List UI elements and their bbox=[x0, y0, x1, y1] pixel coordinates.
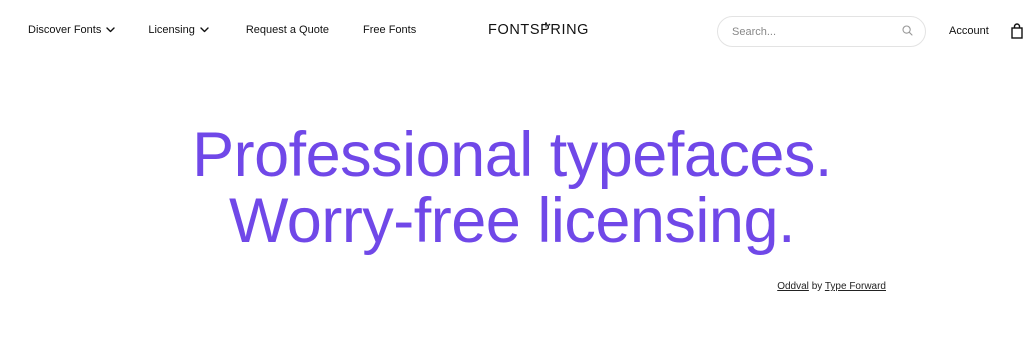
hero-headline-line-2: Worry-free licensing. bbox=[228, 186, 796, 256]
nav-discover-fonts-label: Discover Fonts bbox=[28, 24, 102, 36]
chevron-down-icon bbox=[200, 27, 209, 33]
nav-request-quote-label: Request a Quote bbox=[245, 24, 330, 36]
search-box[interactable] bbox=[717, 16, 926, 47]
nav-free-fonts[interactable]: Free Fonts bbox=[363, 24, 416, 36]
hero-headline-line-1: Professional typefaces. bbox=[192, 120, 832, 190]
search-input[interactable] bbox=[732, 25, 902, 38]
search-icon[interactable] bbox=[902, 23, 913, 41]
nav-free-fonts-label: Free Fonts bbox=[363, 24, 417, 36]
foundry-link[interactable]: Type Forward bbox=[825, 281, 886, 292]
nav-discover-fonts[interactable]: Discover Fonts bbox=[28, 24, 116, 36]
credit-by-text: by bbox=[811, 281, 823, 292]
nav-licensing[interactable]: Licensing bbox=[148, 24, 209, 36]
site-header: Discover Fonts Licensing Request a Quote… bbox=[0, 0, 1024, 64]
account-link[interactable]: Account bbox=[949, 25, 989, 37]
shopping-bag-icon[interactable] bbox=[1011, 23, 1023, 44]
nav-request-quote[interactable]: Request a Quote bbox=[246, 24, 329, 36]
logo-text: FONTSPRING bbox=[488, 22, 590, 38]
font-name-link[interactable]: Oddval bbox=[777, 281, 809, 292]
fontspring-logo[interactable]: FONTSPRING bbox=[488, 22, 589, 38]
main-nav: Discover Fonts Licensing Request a Quote… bbox=[28, 24, 416, 36]
font-credit: Oddval by Type Forward bbox=[0, 281, 886, 292]
chevron-down-icon bbox=[106, 27, 116, 33]
hero-section: Professional typefaces. Worry-free licen… bbox=[0, 122, 1024, 254]
nav-licensing-label: Licensing bbox=[148, 24, 195, 36]
sprout-icon bbox=[540, 16, 552, 32]
